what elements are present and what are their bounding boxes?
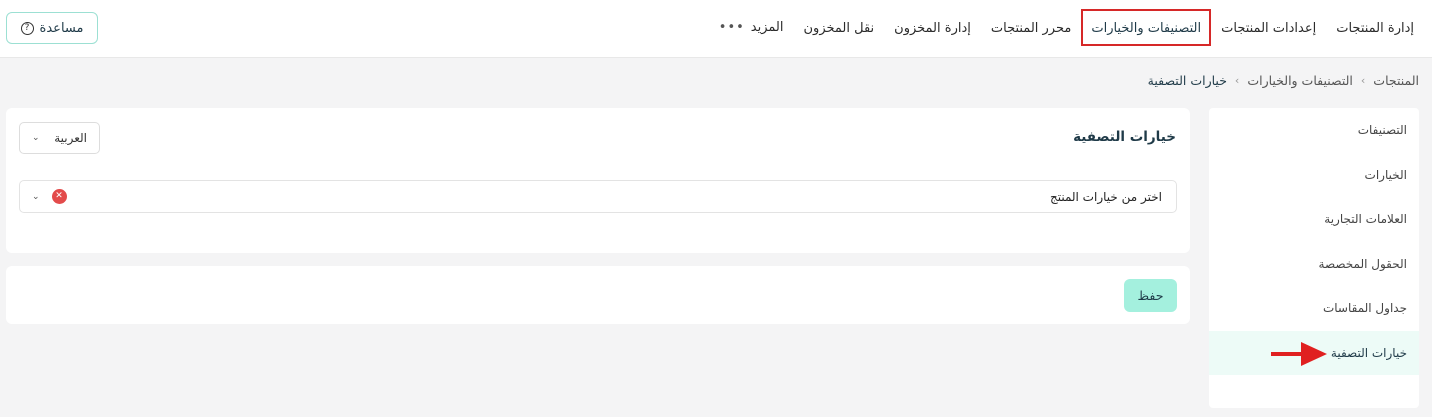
annotation-arrow-icon [1271, 341, 1327, 366]
clear-icon[interactable]: ✕ [51, 189, 67, 204]
more-label: المزيد [750, 20, 784, 35]
sidebar-item-custom-fields[interactable]: الحقول المخصصة [1209, 242, 1419, 287]
save-button[interactable]: حفظ [1124, 279, 1177, 312]
ellipsis-icon: ••• [718, 20, 745, 35]
nav-item-categories-options[interactable]: التصنيفات والخيارات [1081, 9, 1212, 46]
breadcrumb-item-current: خيارات التصفية [1147, 73, 1227, 88]
breadcrumb-separator-icon: › [1234, 74, 1240, 87]
breadcrumb: المنتجات › التصنيفات والخيارات › خيارات … [1148, 73, 1419, 88]
nav-item-product-settings[interactable]: إعدادات المنتجات [1211, 9, 1326, 46]
nav-item-product-management[interactable]: إدارة المنتجات [1326, 9, 1424, 46]
product-options-select[interactable]: اختر من خيارات المنتج ✕ ⌄ [19, 180, 1177, 213]
sidebar-item-size-charts[interactable]: جداول المقاسات [1209, 286, 1419, 331]
page-title: خيارات التصفية [1073, 129, 1176, 145]
language-select-value: العربية [54, 131, 87, 145]
select-controls: ✕ ⌄ [32, 189, 67, 204]
breadcrumb-separator-icon: › [1360, 74, 1366, 87]
settings-sidebar: التصنيفات الخيارات العلامات التجارية الح… [1209, 108, 1419, 408]
sidebar-item-options[interactable]: الخيارات [1209, 153, 1419, 198]
save-panel: حفظ [6, 266, 1190, 324]
sidebar-item-categories[interactable]: التصنيفات [1209, 108, 1419, 153]
breadcrumb-item-products[interactable]: المنتجات [1373, 73, 1419, 88]
help-label: مساعدة [39, 20, 84, 36]
main-nav: إدارة المنتجات إعدادات المنتجات التصنيفا… [709, 9, 1424, 46]
help-button[interactable]: مساعدة ? [6, 12, 98, 44]
nav-item-inventory-management[interactable]: إدارة المخزون [884, 9, 981, 46]
chevron-down-icon: ⌄ [32, 133, 40, 143]
sidebar-item-label: خيارات التصفية [1330, 345, 1407, 360]
sidebar-item-filter-options[interactable]: خيارات التصفية [1209, 330, 1419, 375]
sidebar-item-brands[interactable]: العلامات التجارية [1209, 197, 1419, 242]
nav-item-inventory-transfer[interactable]: نقل المخزون [794, 9, 885, 46]
question-circle-icon: ? [20, 21, 34, 35]
breadcrumb-item-categories-options[interactable]: التصنيفات والخيارات [1247, 73, 1353, 88]
filter-options-panel: خيارات التصفية العربية ⌄ اختر من خيارات … [6, 108, 1190, 253]
chevron-down-icon[interactable]: ⌄ [32, 192, 40, 202]
nav-more-button[interactable]: المزيد ••• [709, 9, 794, 46]
top-navbar: إدارة المنتجات إعدادات المنتجات التصنيفا… [0, 0, 1432, 58]
nav-item-product-editor[interactable]: محرر المنتجات [981, 9, 1081, 46]
product-options-placeholder: اختر من خيارات المنتج [1049, 189, 1162, 204]
language-select[interactable]: العربية ⌄ [19, 122, 100, 154]
